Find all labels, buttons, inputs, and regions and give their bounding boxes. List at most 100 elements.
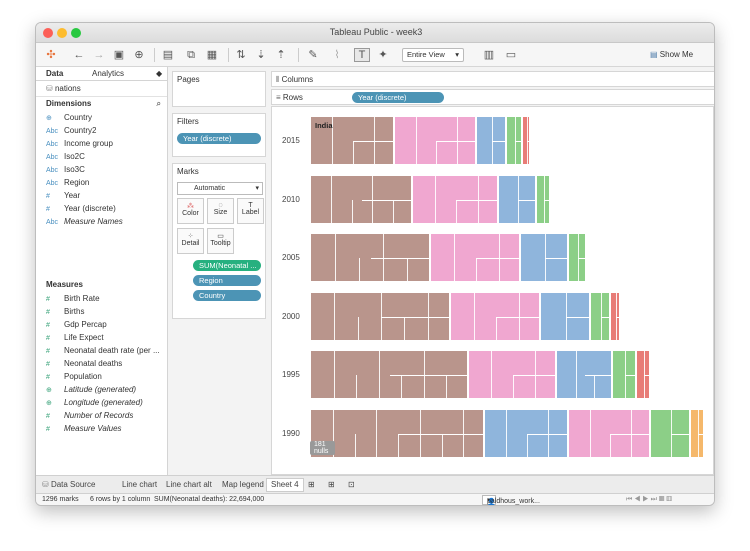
treemap-region-block[interactable]: [310, 408, 485, 459]
presentation-icon[interactable]: ▭: [504, 47, 518, 63]
field-item[interactable]: # Neonatal deaths: [36, 357, 167, 370]
tab-map-legend[interactable]: Map legend: [222, 479, 264, 491]
field-item[interactable]: ⊕ Country: [36, 111, 167, 124]
field-item[interactable]: # Birth Rate: [36, 292, 167, 305]
treemap-region-block[interactable]: [610, 291, 621, 342]
filters-card[interactable]: Filters Year (discrete): [172, 113, 266, 157]
field-item[interactable]: ⊕ Longitude (generated): [36, 396, 167, 409]
swap-icon[interactable]: ⇅: [234, 47, 248, 63]
label-button[interactable]: T Label: [237, 198, 264, 224]
field-item[interactable]: # Year: [36, 189, 167, 202]
treemap-region-block[interactable]: [612, 350, 637, 400]
data-source[interactable]: ⛁ nations: [36, 81, 167, 97]
field-item[interactable]: Abc Country2: [36, 124, 167, 137]
treemap-region-block[interactable]: [556, 350, 613, 400]
field-item[interactable]: # Measure Values: [36, 422, 167, 435]
pages-card[interactable]: Pages: [172, 71, 266, 107]
cards-icon[interactable]: ▥: [480, 47, 498, 63]
treemap-region-block[interactable]: [590, 291, 611, 342]
field-item[interactable]: Abc Iso2C: [36, 150, 167, 163]
field-item[interactable]: # Number of Records: [36, 409, 167, 422]
treemap-region-block[interactable]: [310, 350, 469, 400]
tab-data-source[interactable]: ⛁ Data Source: [42, 479, 95, 491]
treemap-region-block[interactable]: [310, 291, 451, 342]
treemap-region-block[interactable]: [450, 291, 541, 342]
clear-sheet-icon[interactable]: ▦: [204, 47, 220, 63]
treemap-region-block[interactable]: [310, 233, 431, 283]
treemap-region-block[interactable]: [476, 116, 507, 166]
tab-line-chart[interactable]: Line chart: [122, 479, 157, 491]
tableau-logo-icon[interactable]: ✣: [44, 47, 58, 63]
treemap-region-block[interactable]: [394, 116, 477, 166]
save-icon[interactable]: ▣: [112, 47, 126, 63]
user-menu[interactable]: 👤 paldhous_work... ▾: [482, 495, 540, 505]
label-pill[interactable]: Country: [193, 290, 261, 301]
field-item[interactable]: Abc Income group: [36, 137, 167, 150]
mark-type-select[interactable]: Automatic ▾: [177, 182, 263, 195]
country-divider: [456, 199, 499, 201]
treemap-region-block[interactable]: [520, 233, 569, 283]
tooltip-button[interactable]: ▭ Tooltip: [207, 228, 234, 254]
new-dashboard-tab-icon[interactable]: ⊞: [328, 479, 335, 491]
field-item[interactable]: # Gdp Percap: [36, 318, 167, 331]
treemap-region-block[interactable]: [650, 408, 691, 459]
treemap-region-block[interactable]: [636, 350, 651, 400]
field-item[interactable]: # Population: [36, 370, 167, 383]
show-me-button[interactable]: ▤ Show Me: [650, 48, 693, 62]
new-sheet-tab-icon[interactable]: ⊞: [308, 479, 315, 491]
size-pill[interactable]: SUM(Neonatal ...: [193, 260, 261, 271]
columns-shelf[interactable]: ⫴ Columns: [271, 71, 714, 87]
tab-analytics[interactable]: Analytics: [92, 69, 124, 78]
treemap-region-block[interactable]: [498, 174, 537, 225]
filter-pill[interactable]: Year (discrete): [177, 133, 261, 144]
field-item[interactable]: # Births: [36, 305, 167, 318]
marks-card: Marks Automatic ▾ ⁂ Color ◌ Size T Label ⁘ De…: [172, 163, 266, 319]
treemap-region-block[interactable]: [468, 350, 557, 400]
treemap-region-block[interactable]: [690, 408, 705, 459]
color-pill[interactable]: Region: [193, 275, 261, 286]
new-datasource-icon[interactable]: ⊕: [132, 47, 146, 63]
sort-asc-icon[interactable]: ⇣: [254, 47, 268, 63]
field-item[interactable]: # Neonatal death rate (per ...: [36, 344, 167, 357]
tab-menu-icon[interactable]: ◆: [156, 69, 162, 78]
treemap-region-block[interactable]: [506, 116, 523, 166]
group-icon[interactable]: ⌇: [330, 47, 344, 63]
treemap-region-block[interactable]: [412, 174, 499, 225]
tab-data[interactable]: Data: [46, 69, 63, 78]
treemap-viz[interactable]: 2015 2010 2005 2000 1995 1990 181 nulls India: [271, 106, 714, 475]
size-button[interactable]: ◌ Size: [207, 198, 234, 224]
color-button[interactable]: ⁂ Color: [177, 198, 204, 224]
view-select[interactable]: Entire View ▾: [402, 48, 464, 62]
treemap-region-block[interactable]: [522, 116, 531, 166]
detail-button[interactable]: ⁘ Detail: [177, 228, 204, 254]
treemap-region-block[interactable]: [568, 408, 651, 459]
labels-icon[interactable]: T: [354, 48, 370, 62]
new-sheet-icon[interactable]: ▤: [160, 47, 176, 63]
treemap-region-block[interactable]: [540, 291, 591, 342]
rows-pill[interactable]: Year (discrete): [352, 92, 444, 103]
field-item[interactable]: Abc Measure Names: [36, 215, 167, 228]
sort-desc-icon[interactable]: ⇡: [274, 47, 288, 63]
field-item[interactable]: # Life Expect: [36, 331, 167, 344]
new-story-tab-icon[interactable]: ⊡: [348, 479, 355, 491]
duplicate-sheet-icon[interactable]: ⧉: [184, 47, 198, 63]
field-item[interactable]: Abc Region: [36, 176, 167, 189]
pin-icon[interactable]: ✦: [376, 47, 390, 63]
treemap-region-block[interactable]: [484, 408, 569, 459]
field-item[interactable]: # Year (discrete): [36, 202, 167, 215]
rows-shelf[interactable]: ≡ Rows Year (discrete): [271, 89, 714, 105]
treemap-region-block[interactable]: [430, 233, 521, 283]
search-icon[interactable]: ⌕: [157, 97, 161, 111]
pager-icons[interactable]: ⏮ ◀ ▶ ⏭ ▦ ▥: [626, 496, 672, 504]
treemap-region-block[interactable]: [568, 233, 587, 283]
tab-sheet-4[interactable]: Sheet 4: [266, 478, 304, 492]
tab-line-chart-alt[interactable]: Line chart alt: [166, 479, 212, 491]
highlight-icon[interactable]: ✎: [306, 47, 320, 63]
treemap-region-block[interactable]: [310, 174, 413, 225]
field-item[interactable]: Abc Iso3C: [36, 163, 167, 176]
redo-icon[interactable]: →: [92, 47, 106, 63]
field-item[interactable]: ⊕ Latitude (generated): [36, 383, 167, 396]
nulls-badge[interactable]: 181 nulls: [310, 440, 335, 455]
undo-icon[interactable]: ←: [72, 47, 86, 63]
treemap-region-block[interactable]: [536, 174, 551, 225]
